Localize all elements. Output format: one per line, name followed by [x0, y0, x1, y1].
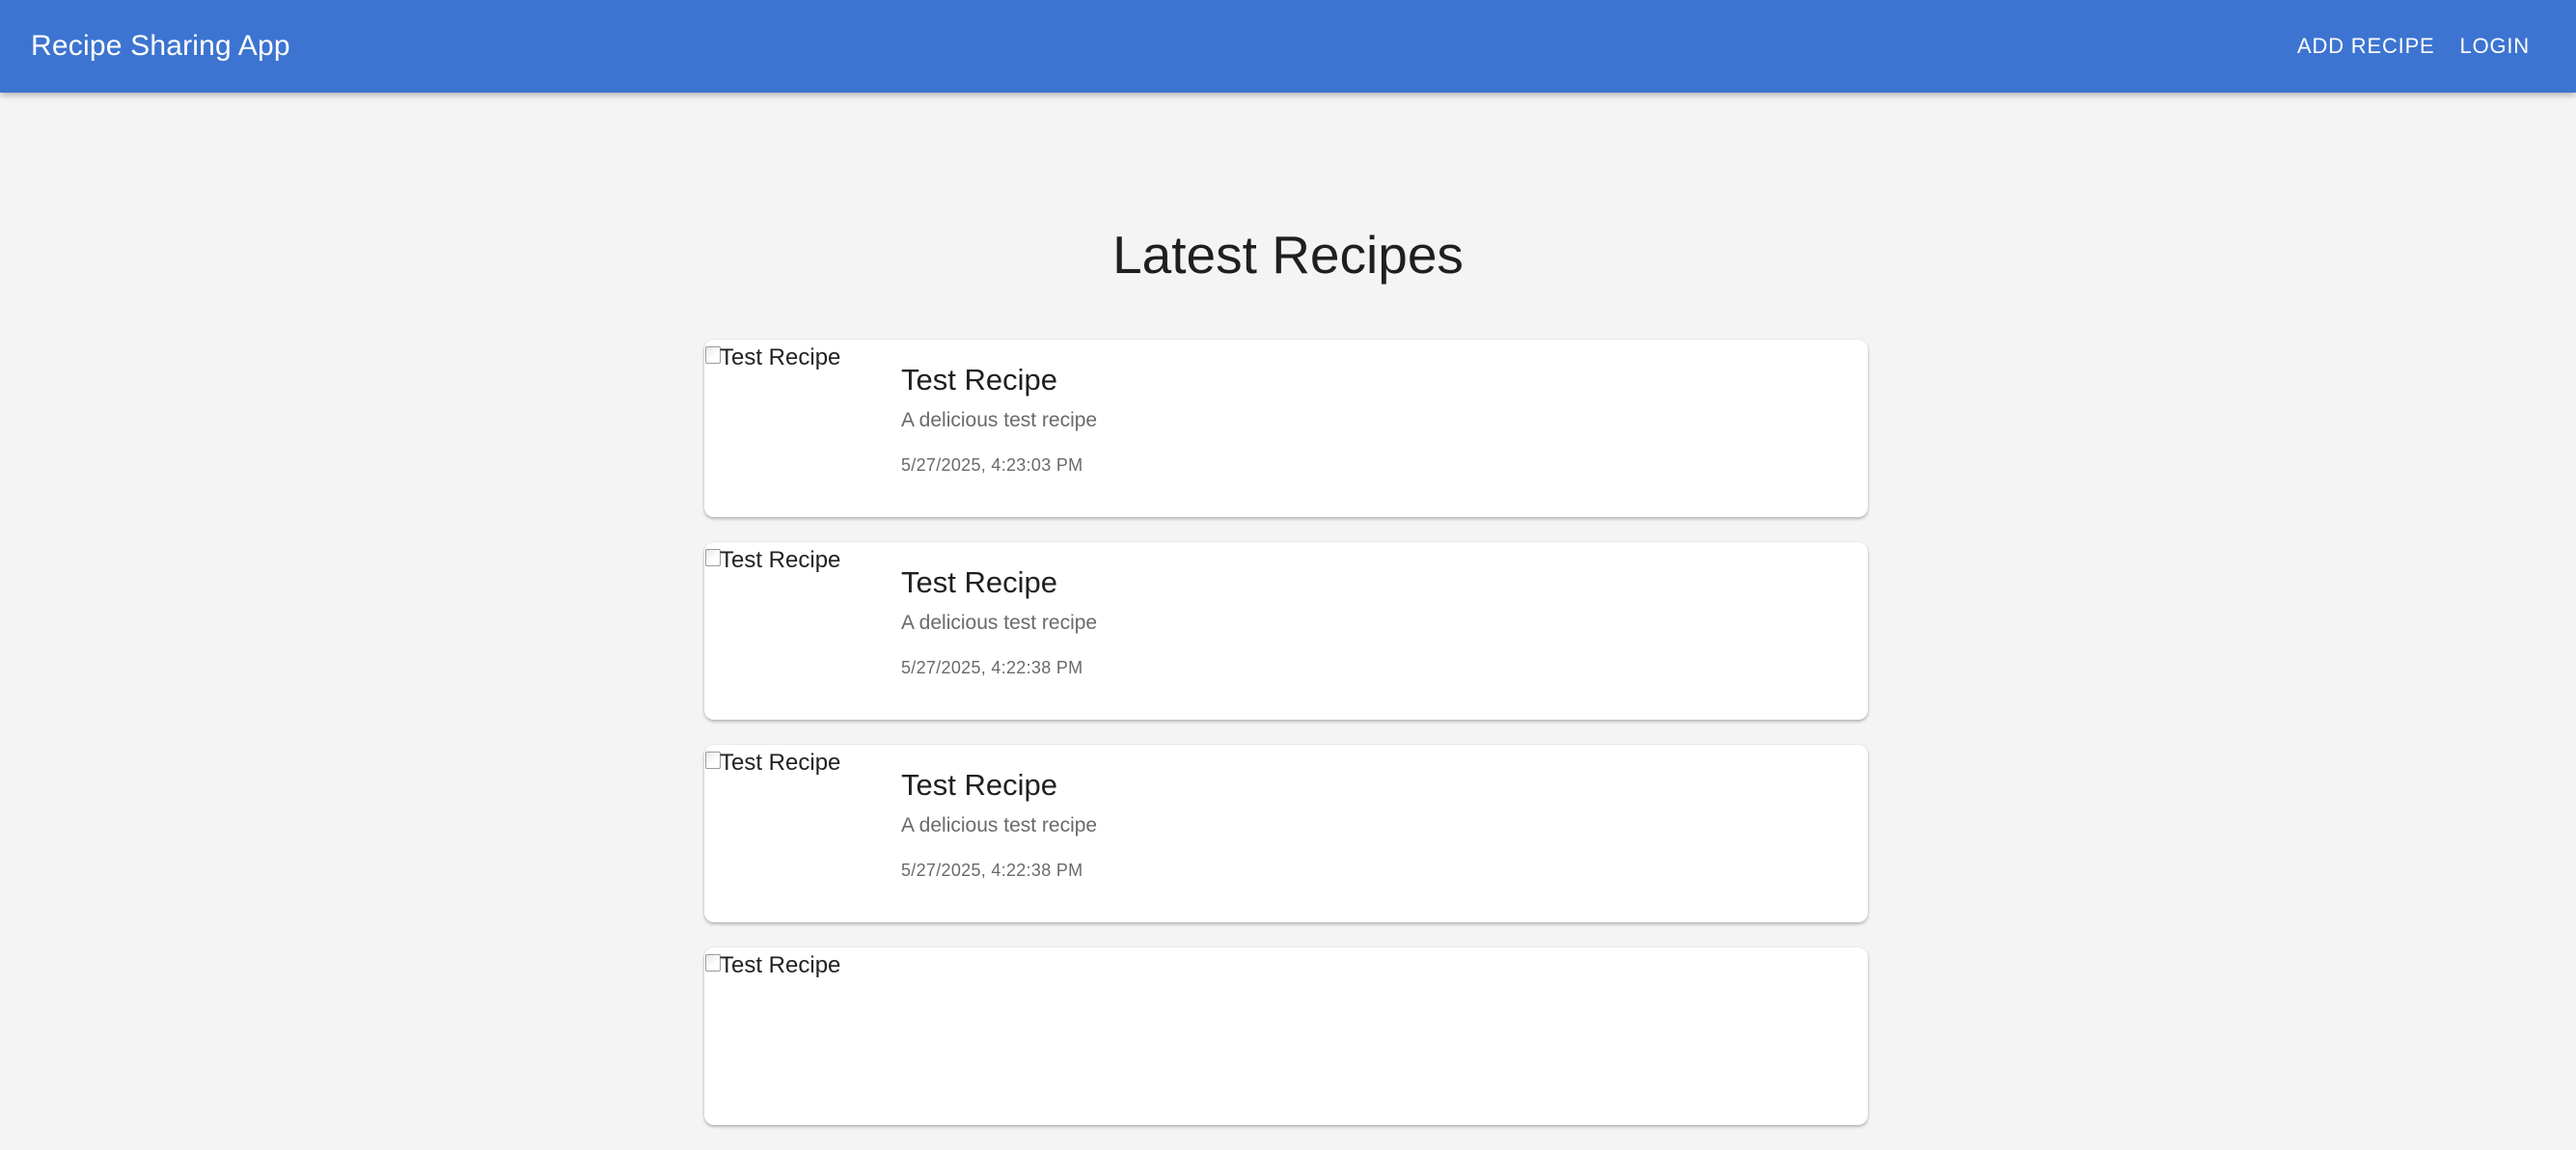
recipe-image-alt: Test Recipe — [720, 952, 841, 978]
recipe-date: 5/27/2025, 4:22:38 PM — [901, 658, 1083, 677]
recipe-list: Test Recipe Test Recipe A delicious test… — [704, 340, 1868, 1150]
recipe-date: 5/27/2025, 4:23:03 PM — [901, 455, 1083, 475]
recipe-card[interactable]: Test Recipe Test Recipe A delicious test… — [704, 745, 1868, 922]
recipe-description: A delicious test recipe — [901, 409, 1098, 431]
recipe-image-alt: Test Recipe — [720, 547, 841, 573]
recipe-image[interactable]: Test Recipe — [704, 749, 888, 787]
recipe-description: A delicious test recipe — [901, 814, 1098, 836]
recipe-card[interactable]: Test Recipe — [704, 947, 1868, 1125]
recipe-image[interactable]: Test Recipe — [704, 343, 888, 382]
recipe-card-body: Test Recipe A delicious test recipe 5/27… — [901, 768, 1097, 881]
broken-image-icon — [705, 346, 721, 364]
recipe-image-alt: Test Recipe — [720, 750, 841, 776]
recipe-date: 5/27/2025, 4:22:38 PM — [901, 861, 1083, 880]
recipe-image-alt: Test Recipe — [720, 344, 841, 370]
recipe-title[interactable]: Test Recipe — [901, 768, 1097, 803]
login-button[interactable]: Login — [2460, 28, 2530, 65]
recipe-card-body: Test Recipe A delicious test recipe 5/27… — [901, 363, 1097, 476]
top-nav: Add Recipe Login — [2297, 28, 2530, 65]
recipe-title[interactable]: Test Recipe — [901, 565, 1097, 600]
broken-image-icon — [705, 752, 721, 769]
recipe-card[interactable]: Test Recipe Test Recipe A delicious test… — [704, 340, 1868, 517]
recipe-card[interactable]: Test Recipe Test Recipe A delicious test… — [704, 542, 1868, 720]
broken-image-icon — [705, 549, 721, 566]
page-title: Latest Recipes — [1112, 225, 1464, 285]
app-bar: Recipe Sharing App Add Recipe Login — [0, 0, 2576, 93]
recipe-description: A delicious test recipe — [901, 612, 1098, 634]
broken-image-icon — [705, 954, 721, 972]
recipe-title[interactable]: Test Recipe — [901, 363, 1097, 397]
recipe-image[interactable]: Test Recipe — [704, 951, 888, 990]
recipe-image[interactable]: Test Recipe — [704, 546, 888, 585]
recipe-card-body: Test Recipe A delicious test recipe 5/27… — [901, 565, 1097, 678]
app-title[interactable]: Recipe Sharing App — [31, 30, 290, 63]
add-recipe-button[interactable]: Add Recipe — [2297, 28, 2434, 65]
